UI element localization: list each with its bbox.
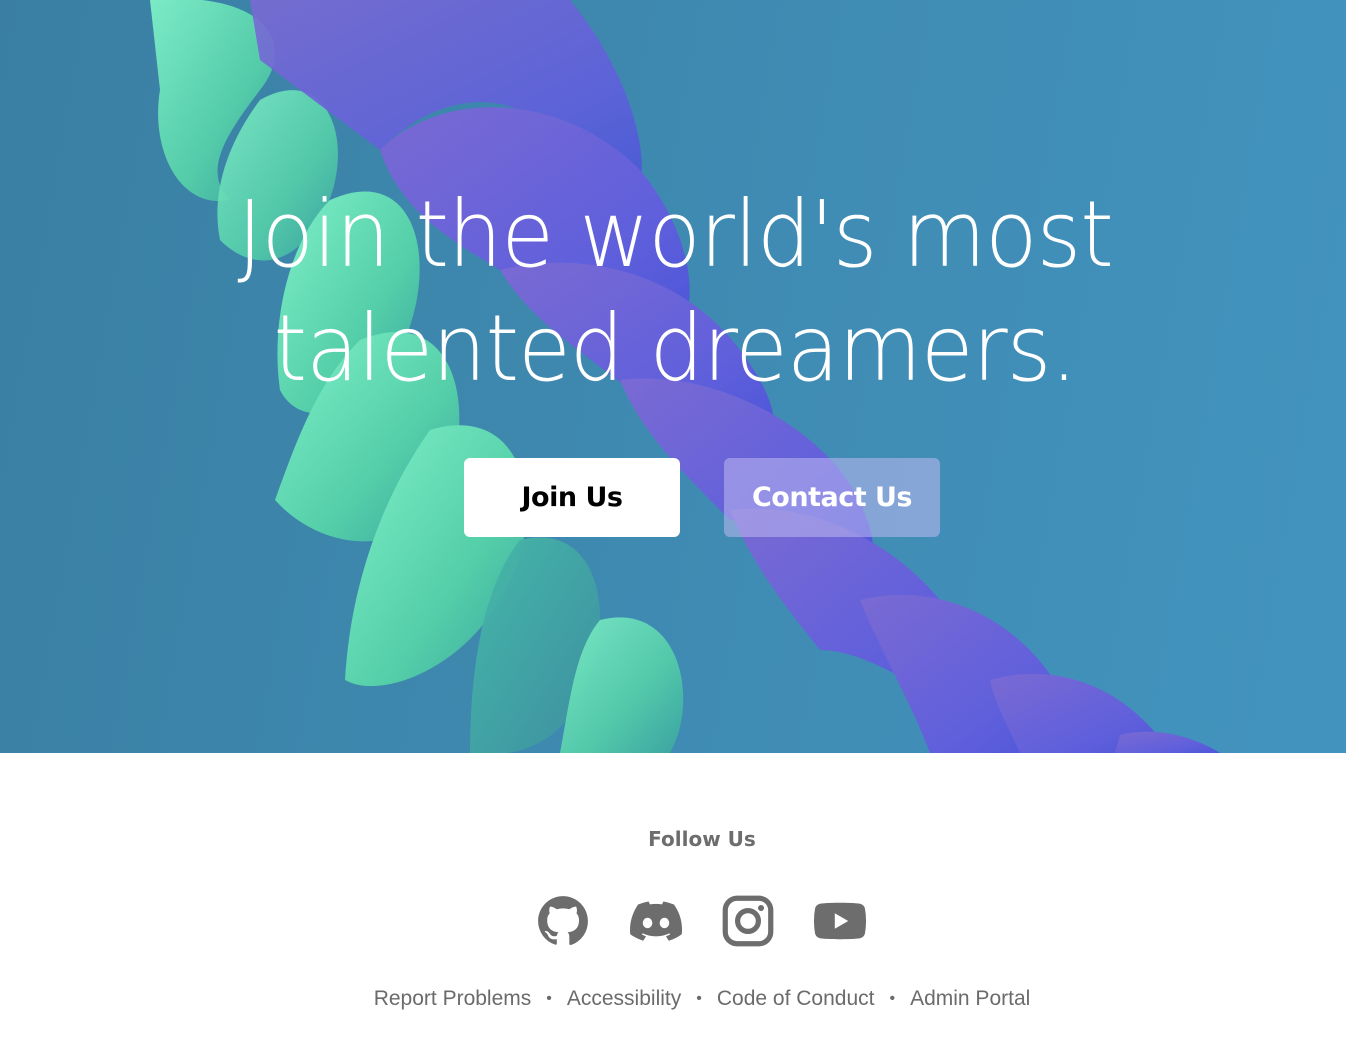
footer: Follow Us Report Problems • Accessibility •… <box>0 753 1346 1048</box>
report-problems-link[interactable]: Report Problems <box>374 987 532 1010</box>
link-separator: • <box>889 990 896 1007</box>
footer-links: Report Problems • Accessibility • Code of Co… <box>0 987 1346 1011</box>
hero-section: Join the world's most talented dreamers.… <box>0 0 1346 753</box>
link-separator: • <box>546 990 552 1007</box>
hero-headline: Join the world's most talented dreamers. <box>49 178 1301 406</box>
discord-link[interactable] <box>630 895 682 947</box>
hero-headline-line-2: talented dreamers. <box>273 295 1077 402</box>
follow-us-heading: Follow Us <box>648 827 756 851</box>
accessibility-link[interactable]: Accessibility <box>567 987 681 1010</box>
instagram-link[interactable] <box>722 895 774 947</box>
youtube-link[interactable] <box>814 895 866 947</box>
github-icon <box>538 896 588 946</box>
contact-us-button[interactable]: Contact Us <box>724 458 940 537</box>
discord-icon <box>630 901 682 941</box>
admin-portal-link[interactable]: Admin Portal <box>910 987 1030 1010</box>
hero-headline-line-1: Join the world's most <box>237 181 1113 288</box>
code-of-conduct-link[interactable]: Code of Conduct <box>717 987 875 1010</box>
join-us-button[interactable]: Join Us <box>464 458 680 537</box>
github-link[interactable] <box>537 895 589 947</box>
youtube-icon <box>814 902 866 940</box>
instagram-icon <box>722 895 774 947</box>
link-separator: • <box>696 990 702 1007</box>
